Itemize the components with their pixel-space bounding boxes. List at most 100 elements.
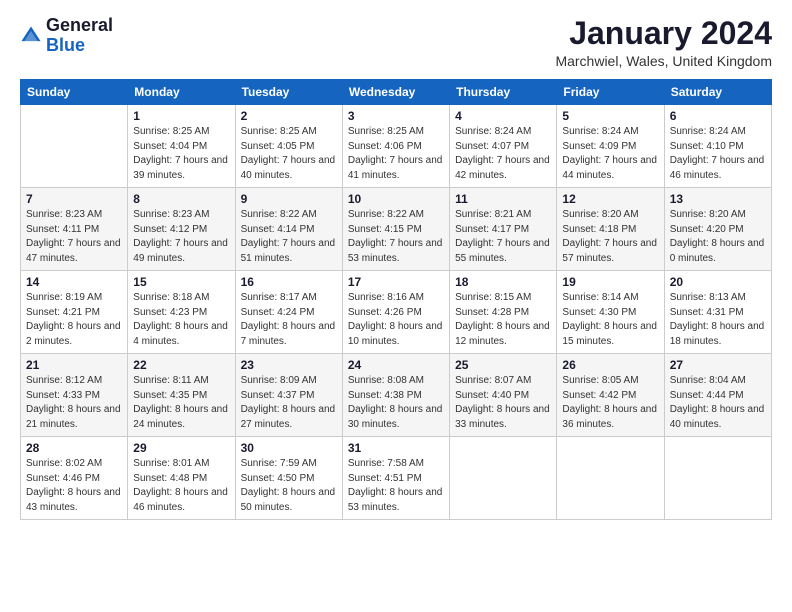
day-detail: Sunrise: 8:23 AMSunset: 4:11 PMDaylight:… — [26, 208, 122, 266]
calendar-cell — [557, 437, 664, 520]
day-number: 23 — [241, 358, 337, 372]
calendar-cell: 1 Sunrise: 8:25 AMSunset: 4:04 PMDaylight… — [128, 105, 235, 188]
calendar-cell: 4Sunrise: 8:24 AMSunset: 4:07 PMDaylight… — [450, 105, 557, 188]
logo-icon — [20, 25, 42, 47]
day-detail: Sunrise: 8:11 AMSunset: 4:35 PMDaylight:… — [133, 374, 229, 432]
day-detail: Sunrise: 8:25 AMSunset: 4:06 PMDaylight:… — [348, 125, 444, 183]
day-number: 25 — [455, 358, 551, 372]
day-detail: Sunrise: 8:16 AMSunset: 4:26 PMDaylight:… — [348, 291, 444, 349]
calendar-cell: 6 Sunrise: 8:24 AMSunset: 4:10 PMDaylight… — [664, 105, 771, 188]
calendar-cell: 29 Sunrise: 8:01 AMSunset: 4:48 PMDayligh… — [128, 437, 235, 520]
logo-general: General — [46, 15, 113, 35]
day-detail: Sunrise: 8:01 AMSunset: 4:48 PMDaylight:… — [133, 457, 229, 515]
calendar-cell: 24 Sunrise: 8:08 AMSunset: 4:38 PMDayligh… — [342, 354, 449, 437]
weekday-header-monday: Monday — [128, 80, 235, 105]
day-number: 27 — [670, 358, 766, 372]
day-number: 20 — [670, 275, 766, 289]
day-number: 19 — [562, 275, 658, 289]
day-detail: Sunrise: 8:02 AMSunset: 4:46 PMDaylight:… — [26, 457, 122, 515]
calendar-cell: 12 Sunrise: 8:20 AMSunset: 4:18 PMDayligh… — [557, 188, 664, 271]
calendar-cell: 23 Sunrise: 8:09 AMSunset: 4:37 PMDayligh… — [235, 354, 342, 437]
day-detail: Sunrise: 8:08 AMSunset: 4:38 PMDaylight:… — [348, 374, 444, 432]
day-number: 24 — [348, 358, 444, 372]
day-number: 29 — [133, 441, 229, 455]
calendar-cell: 17Sunrise: 8:16 AMSunset: 4:26 PMDayligh… — [342, 271, 449, 354]
calendar-cell: 3 Sunrise: 8:25 AMSunset: 4:06 PMDaylight… — [342, 105, 449, 188]
weekday-header-tuesday: Tuesday — [235, 80, 342, 105]
calendar-cell: 22 Sunrise: 8:11 AMSunset: 4:35 PMDayligh… — [128, 354, 235, 437]
day-detail: Sunrise: 8:22 AMSunset: 4:15 PMDaylight:… — [348, 208, 444, 266]
calendar-cell: 13 Sunrise: 8:20 AMSunset: 4:20 PMDayligh… — [664, 188, 771, 271]
calendar-cell: 15Sunrise: 8:18 AMSunset: 4:23 PMDayligh… — [128, 271, 235, 354]
day-detail: Sunrise: 8:15 AMSunset: 4:28 PMDaylight:… — [455, 291, 551, 349]
day-number: 6 — [670, 109, 766, 123]
day-number: 22 — [133, 358, 229, 372]
day-number: 18 — [455, 275, 551, 289]
calendar-cell: 16 Sunrise: 8:17 AMSunset: 4:24 PMDayligh… — [235, 271, 342, 354]
weekday-header-friday: Friday — [557, 80, 664, 105]
page: General Blue January 2024 Marchwiel, Wal… — [0, 0, 792, 530]
calendar-cell — [664, 437, 771, 520]
day-number: 11 — [455, 192, 551, 206]
title-block: January 2024 Marchwiel, Wales, United Ki… — [555, 16, 772, 69]
header: General Blue January 2024 Marchwiel, Wal… — [20, 16, 772, 69]
logo-text: General Blue — [46, 16, 113, 56]
weekday-header-thursday: Thursday — [450, 80, 557, 105]
logo-blue: Blue — [46, 35, 85, 55]
calendar-cell: 10 Sunrise: 8:22 AMSunset: 4:15 PMDayligh… — [342, 188, 449, 271]
day-detail: Sunrise: 8:20 AMSunset: 4:20 PMDaylight:… — [670, 208, 766, 266]
weekday-header-row: SundayMondayTuesdayWednesdayThursdayFrid… — [21, 80, 772, 105]
day-detail: Sunrise: 8:17 AMSunset: 4:24 PMDaylight:… — [241, 291, 337, 349]
calendar-cell: 30 Sunrise: 7:59 AMSunset: 4:50 PMDayligh… — [235, 437, 342, 520]
location: Marchwiel, Wales, United Kingdom — [555, 53, 772, 69]
day-number: 14 — [26, 275, 122, 289]
calendar-cell: 14Sunrise: 8:19 AMSunset: 4:21 PMDayligh… — [21, 271, 128, 354]
calendar-cell: 7 Sunrise: 8:23 AMSunset: 4:11 PMDaylight… — [21, 188, 128, 271]
calendar-cell: 31Sunrise: 7:58 AMSunset: 4:51 PMDayligh… — [342, 437, 449, 520]
day-detail: Sunrise: 8:09 AMSunset: 4:37 PMDaylight:… — [241, 374, 337, 432]
day-detail: Sunrise: 8:20 AMSunset: 4:18 PMDaylight:… — [562, 208, 658, 266]
calendar-table: SundayMondayTuesdayWednesdayThursdayFrid… — [20, 79, 772, 520]
day-number: 2 — [241, 109, 337, 123]
day-number: 16 — [241, 275, 337, 289]
weekday-header-saturday: Saturday — [664, 80, 771, 105]
day-number: 9 — [241, 192, 337, 206]
day-number: 26 — [562, 358, 658, 372]
calendar-cell: 8Sunrise: 8:23 AMSunset: 4:12 PMDaylight… — [128, 188, 235, 271]
weekday-header-wednesday: Wednesday — [342, 80, 449, 105]
logo: General Blue — [20, 16, 113, 56]
calendar-cell: 28 Sunrise: 8:02 AMSunset: 4:46 PMDayligh… — [21, 437, 128, 520]
weekday-header-sunday: Sunday — [21, 80, 128, 105]
day-number: 13 — [670, 192, 766, 206]
day-detail: Sunrise: 8:14 AMSunset: 4:30 PMDaylight:… — [562, 291, 658, 349]
day-detail: Sunrise: 8:04 AMSunset: 4:44 PMDaylight:… — [670, 374, 766, 432]
day-detail: Sunrise: 8:18 AMSunset: 4:23 PMDaylight:… — [133, 291, 229, 349]
day-detail: Sunrise: 8:21 AMSunset: 4:17 PMDaylight:… — [455, 208, 551, 266]
day-detail: Sunrise: 8:13 AMSunset: 4:31 PMDaylight:… — [670, 291, 766, 349]
calendar-cell — [450, 437, 557, 520]
calendar-cell: 5Sunrise: 8:24 AMSunset: 4:09 PMDaylight… — [557, 105, 664, 188]
calendar-cell: 25 Sunrise: 8:07 AMSunset: 4:40 PMDayligh… — [450, 354, 557, 437]
calendar-cell: 21Sunrise: 8:12 AMSunset: 4:33 PMDayligh… — [21, 354, 128, 437]
month-year: January 2024 — [555, 16, 772, 51]
calendar-cell: 26Sunrise: 8:05 AMSunset: 4:42 PMDayligh… — [557, 354, 664, 437]
day-number: 3 — [348, 109, 444, 123]
day-number: 10 — [348, 192, 444, 206]
day-number: 7 — [26, 192, 122, 206]
day-number: 21 — [26, 358, 122, 372]
day-number: 31 — [348, 441, 444, 455]
day-number: 30 — [241, 441, 337, 455]
day-number: 1 — [133, 109, 229, 123]
calendar-cell: 19 Sunrise: 8:14 AMSunset: 4:30 PMDayligh… — [557, 271, 664, 354]
day-detail: Sunrise: 7:59 AMSunset: 4:50 PMDaylight:… — [241, 457, 337, 515]
day-detail: Sunrise: 8:24 AMSunset: 4:10 PMDaylight:… — [670, 125, 766, 183]
day-number: 8 — [133, 192, 229, 206]
day-number: 28 — [26, 441, 122, 455]
day-detail: Sunrise: 8:07 AMSunset: 4:40 PMDaylight:… — [455, 374, 551, 432]
day-detail: Sunrise: 8:25 AMSunset: 4:04 PMDaylight:… — [133, 125, 229, 183]
calendar-cell: 20 Sunrise: 8:13 AMSunset: 4:31 PMDayligh… — [664, 271, 771, 354]
day-number: 12 — [562, 192, 658, 206]
day-detail: Sunrise: 8:24 AMSunset: 4:07 PMDaylight:… — [455, 125, 551, 183]
week-row-3: 14Sunrise: 8:19 AMSunset: 4:21 PMDayligh… — [21, 271, 772, 354]
calendar-cell: 11 Sunrise: 8:21 AMSunset: 4:17 PMDayligh… — [450, 188, 557, 271]
